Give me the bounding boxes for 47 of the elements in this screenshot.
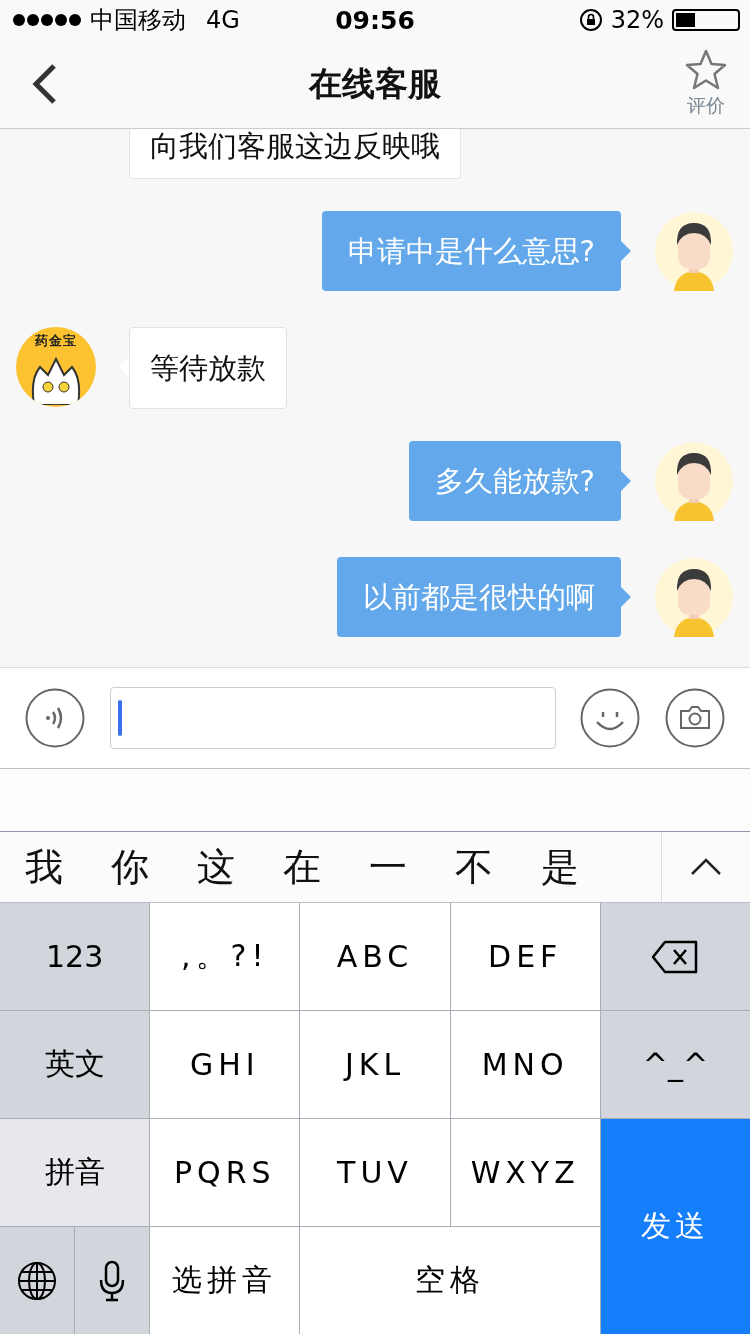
candidate-word[interactable]: 不 (455, 841, 493, 893)
globe-key[interactable] (0, 1227, 75, 1334)
microphone-key[interactable] (75, 1227, 150, 1334)
candidate-word[interactable]: 我 (25, 841, 63, 893)
keyboard-key[interactable]: TUV (300, 1119, 450, 1226)
keyboard-key[interactable]: GHI (150, 1011, 300, 1118)
camera-button[interactable] (665, 688, 725, 748)
backspace-icon[interactable] (651, 939, 700, 974)
status-time: 09:56 (335, 5, 415, 35)
send-key[interactable]: 发送 (600, 1119, 750, 1334)
keyboard-key[interactable]: 拼音 (0, 1119, 150, 1226)
message-bubble: 多久能放款? (408, 441, 621, 521)
backspace-key[interactable] (600, 903, 750, 1010)
keyboard-key[interactable]: JKL (300, 1011, 450, 1118)
keyboard-key[interactable]: WXYZ (450, 1119, 600, 1226)
carrier-text: 中国移动 (90, 5, 186, 36)
message-bubble: 向我们客服这边反映哦 (129, 129, 461, 179)
keyboard-key[interactable]: PQRS (150, 1119, 300, 1226)
candidate-word[interactable]: 一 (369, 841, 407, 893)
battery-icon (672, 9, 740, 31)
space-key[interactable]: 空格 (300, 1227, 600, 1334)
keyboard-key[interactable]: ,。?! (150, 903, 300, 1010)
candidate-word[interactable]: 在 (283, 841, 321, 893)
candidate-word[interactable]: 这 (197, 841, 235, 893)
message-input[interactable] (110, 687, 556, 749)
keyboard-key[interactable]: 选拼音 (150, 1227, 300, 1334)
message-bubble: 以前都是很快的啊 (337, 557, 621, 637)
candidate-word[interactable]: 是 (541, 841, 579, 893)
keyboard-key[interactable]: 英文 (0, 1011, 150, 1118)
keyboard-key[interactable]: DEF (450, 903, 600, 1010)
keyboard-key[interactable]: ABC (300, 903, 450, 1010)
network-text: 4G (206, 6, 240, 34)
page-title: 在线客服 (309, 62, 441, 105)
bot-avatar: 药金宝 (16, 327, 96, 407)
battery-percent: 32% (610, 6, 664, 34)
keyboard-key[interactable]: ^_^ (600, 1011, 750, 1118)
signal-icon (12, 13, 82, 27)
emoji-button[interactable] (580, 688, 640, 748)
rotation-lock-icon (578, 8, 603, 32)
microphone-icon[interactable] (99, 1259, 126, 1302)
candidate-word[interactable]: 你 (111, 841, 149, 893)
message-bubble: 等待放款 (129, 327, 287, 409)
keyboard-key[interactable]: MNO (450, 1011, 600, 1118)
message-bubble: 申请中是什么意思? (321, 211, 621, 291)
keyboard-key[interactable]: 123 (0, 903, 150, 1010)
voice-button[interactable] (25, 688, 85, 748)
globe-icon[interactable] (17, 1260, 58, 1301)
